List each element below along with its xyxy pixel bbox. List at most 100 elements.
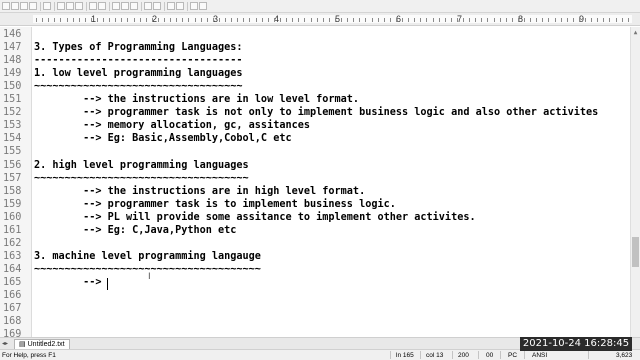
- scroll-thumb[interactable]: [632, 237, 639, 267]
- ruler-tick: [201, 18, 202, 22]
- line-number: 146: [3, 29, 22, 40]
- ruler-tick: [274, 18, 275, 22]
- ruler-tick: [91, 18, 92, 22]
- ruler-tick: [433, 18, 434, 22]
- fullscreen-icon[interactable]: [167, 2, 175, 10]
- ruler-icon[interactable]: [153, 2, 161, 10]
- ruler-tick: [530, 18, 531, 22]
- ruler-tick: [445, 18, 446, 22]
- line-number: 147: [3, 42, 22, 53]
- toolbar-separator: [164, 1, 165, 11]
- ruler-tick: [402, 18, 403, 22]
- save-all-icon[interactable]: [29, 2, 37, 10]
- toolbar-separator: [40, 1, 41, 11]
- text-line[interactable]: --> PL will provide some assitance to im…: [34, 211, 476, 224]
- line-number: 168: [3, 316, 22, 327]
- text-line[interactable]: --> Eg: Basic,Assembly,Cobol,C etc: [34, 132, 292, 145]
- redo-icon[interactable]: [98, 2, 106, 10]
- open-file-icon[interactable]: [11, 2, 19, 10]
- text-caret: [107, 278, 108, 290]
- text-line[interactable]: 2. high level programming languages: [34, 159, 249, 172]
- ruler-tick: [243, 18, 244, 22]
- text-line[interactable]: ~~~~~~~~~~~~~~~~~~~~~~~~~~~~~~~~~~: [34, 80, 243, 93]
- settings-icon[interactable]: [190, 2, 198, 10]
- text-line[interactable]: 3. Types of Programming Languages:: [34, 41, 243, 54]
- line-number: 163: [3, 251, 22, 262]
- print-icon[interactable]: [43, 2, 51, 10]
- status-mode: PC: [508, 352, 518, 359]
- line-number: 155: [3, 146, 22, 157]
- ruler-tick: [170, 18, 171, 22]
- text-line[interactable]: --> the instructions are in low level fo…: [34, 93, 359, 106]
- status-col: col 13: [426, 352, 444, 359]
- new-file-icon[interactable]: [2, 2, 10, 10]
- line-number: 166: [3, 290, 22, 301]
- goto-icon[interactable]: [130, 2, 138, 10]
- text-line[interactable]: --> programmer task is to implement busi…: [34, 198, 396, 211]
- copy-icon[interactable]: [66, 2, 74, 10]
- status-line: ln 165: [396, 352, 414, 359]
- ruler-tick: [628, 18, 629, 22]
- word-wrap-icon[interactable]: [144, 2, 152, 10]
- ruler-tick: [158, 18, 159, 22]
- toolbar-separator: [141, 1, 142, 11]
- save-icon[interactable]: [20, 2, 28, 10]
- ruler-tick: [500, 18, 501, 22]
- find-icon[interactable]: [112, 2, 120, 10]
- replace-icon[interactable]: [121, 2, 129, 10]
- ruler-tick: [481, 18, 482, 22]
- ruler-tick: [42, 18, 43, 22]
- ruler-tick: [463, 18, 464, 22]
- ibeam-cursor-icon: I: [148, 272, 151, 282]
- ruler-tick: [622, 18, 623, 22]
- text-line[interactable]: --> the instructions are in high level f…: [34, 185, 365, 198]
- ruler-tick: [323, 18, 324, 22]
- text-line[interactable]: --> programmer task is not only to imple…: [34, 106, 598, 119]
- status-divider: [478, 351, 479, 359]
- line-number: 154: [3, 133, 22, 144]
- text-line[interactable]: ----------------------------------: [34, 54, 243, 67]
- vertical-scrollbar[interactable]: ▲ ▼: [630, 27, 640, 350]
- undo-icon[interactable]: [89, 2, 97, 10]
- ruler-tick: [347, 18, 348, 22]
- tab-scroll-arrows-icon[interactable]: ◂▸: [2, 340, 8, 347]
- ruler-tick: [85, 18, 86, 22]
- line-number: 149: [3, 68, 22, 79]
- text-line[interactable]: -->: [34, 276, 108, 289]
- line-number: 165: [3, 277, 22, 288]
- ruler-tick: [536, 18, 537, 22]
- ruler-tick: [237, 18, 238, 22]
- line-number: 153: [3, 120, 22, 131]
- ruler-tick: [396, 18, 397, 22]
- line-number: 157: [3, 173, 22, 184]
- text-line[interactable]: 3. machine level programming langauge: [34, 250, 261, 263]
- cut-icon[interactable]: [57, 2, 65, 10]
- ruler-tick: [542, 18, 543, 22]
- hex-icon[interactable]: [176, 2, 184, 10]
- ruler-tick: [451, 18, 452, 22]
- ruler-tick: [164, 18, 165, 22]
- ruler-tick: [494, 18, 495, 22]
- paste-icon[interactable]: [75, 2, 83, 10]
- ruler-tick: [341, 18, 342, 22]
- text-line[interactable]: --> memory allocation, gc, assitances: [34, 119, 310, 132]
- text-line[interactable]: --> Eg: C,Java,Python etc: [34, 224, 236, 237]
- status-divider: [500, 351, 501, 359]
- line-number: 159: [3, 199, 22, 210]
- status-v2: 00: [486, 352, 494, 359]
- help-icon[interactable]: [199, 2, 207, 10]
- ruler-tick: [304, 18, 305, 22]
- text-line[interactable]: 1. low level programming languages: [34, 67, 243, 80]
- text-line[interactable]: ~~~~~~~~~~~~~~~~~~~~~~~~~~~~~~~~~~~: [34, 172, 249, 185]
- ruler-tick: [591, 18, 592, 22]
- status-divider: [524, 351, 525, 359]
- toolbar-separator: [187, 1, 188, 11]
- ruler-tick: [426, 18, 427, 22]
- line-number: 160: [3, 212, 22, 223]
- ruler-tick: [195, 18, 196, 22]
- ruler-tick: [97, 18, 98, 22]
- scroll-up-icon[interactable]: ▲: [632, 29, 639, 36]
- ruler-tick: [115, 18, 116, 22]
- ruler-tick: [561, 18, 562, 22]
- ruler-tick: [60, 18, 61, 22]
